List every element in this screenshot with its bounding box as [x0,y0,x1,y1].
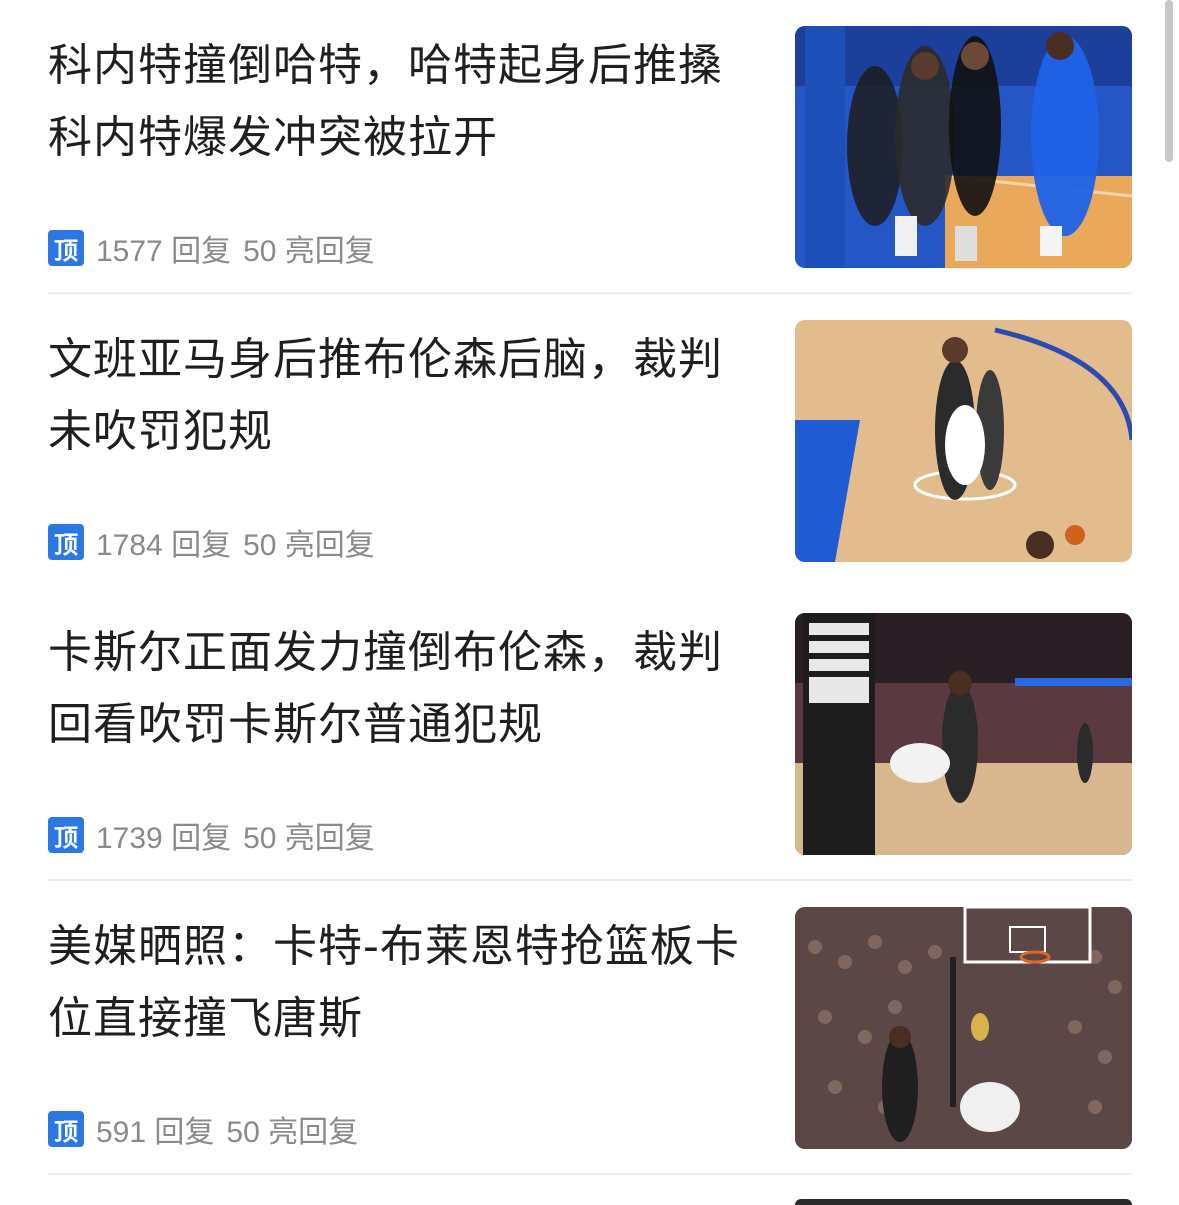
news-item[interactable]: 美媒晒照：卡特-布莱恩特抢篮板卡位直接撞飞唐斯 顶 591 回复 50 亮回复 [48,907,1132,1149]
light-reply-count: 50 亮回复 [243,822,375,855]
news-thumbnail[interactable] [795,26,1132,268]
reply-count: 1577 回复 [96,235,232,268]
news-meta: 顶 1784 回复 50 亮回复 [48,522,375,562]
light-reply-count: 50 亮回复 [226,1116,359,1149]
news-meta: 顶 1739 回复 50 亮回复 [48,815,375,855]
item-divider [48,1173,1132,1175]
ding-badge-icon: 顶 [48,817,84,853]
light-reply-count: 50 亮回复 [243,235,375,268]
reply-count: 1739 回复 [96,822,232,855]
news-meta: 顶 591 回复 50 亮回复 [48,1109,358,1149]
news-item[interactable]: 文班亚马身后推布伦森后脑，裁判未吹罚犯规 顶 1784 回复 50 亮回复 [48,320,1132,562]
item-divider [48,292,1132,294]
news-thumbnail[interactable] [795,613,1132,855]
thumbnail-image [795,26,1132,268]
reply-count: 1784 回复 [96,529,232,562]
news-title[interactable]: 卡斯尔正面发力撞倒布伦森，裁判回看吹罚卡斯尔普通犯规 [48,617,766,761]
thumbnail-image [795,320,1132,562]
news-thumbnail[interactable] [795,320,1132,562]
news-title[interactable]: 文班亚马身后推布伦森后脑，裁判未吹罚犯规 [48,324,766,468]
ding-badge-icon: 顶 [48,1111,84,1147]
thumbnail-image [795,613,1132,855]
next-item-thumbnail-edge [795,1199,1132,1205]
ding-badge-icon: 顶 [48,230,84,266]
light-reply-count: 50 亮回复 [243,529,375,562]
news-thumbnail[interactable] [795,907,1132,1149]
news-feed: 科内特撞倒哈特，哈特起身后推搡科内特爆发冲突被拉开 顶 1577 回复 50 亮… [0,0,1179,1205]
news-item[interactable]: 科内特撞倒哈特，哈特起身后推搡科内特爆发冲突被拉开 顶 1577 回复 50 亮… [48,26,1132,268]
thumbnail-image [795,907,1132,1149]
ding-badge-icon: 顶 [48,524,84,560]
scrollbar[interactable] [1161,0,1179,170]
news-title[interactable]: 美媒晒照：卡特-布莱恩特抢篮板卡位直接撞飞唐斯 [48,911,766,1055]
news-item[interactable]: 卡斯尔正面发力撞倒布伦森，裁判回看吹罚卡斯尔普通犯规 顶 1739 回复 50 … [48,613,1132,855]
news-title[interactable]: 科内特撞倒哈特，哈特起身后推搡科内特爆发冲突被拉开 [48,30,766,174]
reply-count: 591 回复 [96,1116,215,1149]
scrollbar-thumb[interactable] [1165,0,1173,162]
news-meta: 顶 1577 回复 50 亮回复 [48,228,375,268]
item-divider [48,879,1132,881]
